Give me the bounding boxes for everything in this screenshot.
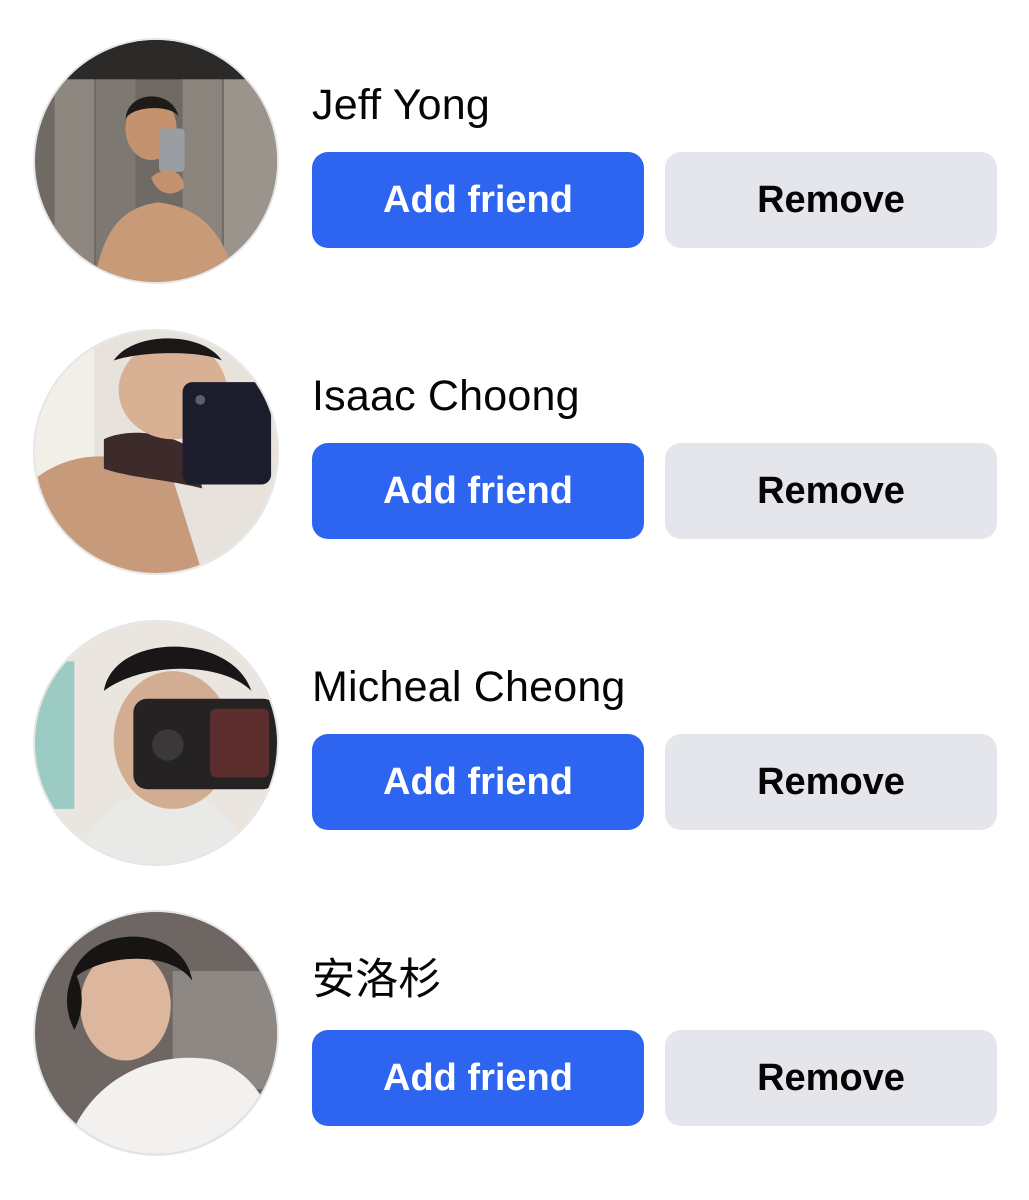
suggestion-name[interactable]: 安洛杉 — [312, 955, 442, 1005]
remove-button[interactable]: Remove — [665, 734, 997, 830]
profile-photo — [35, 622, 277, 864]
add-friend-button[interactable]: Add friend — [312, 734, 644, 830]
friend-suggestion-item: Micheal Cheong Add friend Remove — [0, 620, 1029, 870]
suggestion-name[interactable]: Isaac Choong — [312, 371, 580, 421]
avatar[interactable] — [33, 38, 279, 284]
friend-suggestion-item: 安洛杉 Add friend Remove — [0, 910, 1029, 1160]
profile-photo — [35, 331, 277, 573]
remove-button[interactable]: Remove — [665, 152, 997, 248]
avatar[interactable] — [33, 910, 279, 1156]
avatar[interactable] — [33, 620, 279, 866]
remove-button[interactable]: Remove — [665, 443, 997, 539]
remove-button[interactable]: Remove — [665, 1030, 997, 1126]
suggestion-name[interactable]: Jeff Yong — [312, 80, 490, 130]
add-friend-button[interactable]: Add friend — [312, 443, 644, 539]
profile-photo — [35, 912, 277, 1154]
friend-suggestion-list: Jeff Yong Add friend Remove Isaac Choong… — [0, 0, 1029, 1200]
friend-suggestion-item: Isaac Choong Add friend Remove — [0, 329, 1029, 579]
profile-photo — [35, 40, 277, 282]
friend-suggestion-item: Jeff Yong Add friend Remove — [0, 38, 1029, 288]
add-friend-button[interactable]: Add friend — [312, 1030, 644, 1126]
avatar[interactable] — [33, 329, 279, 575]
add-friend-button[interactable]: Add friend — [312, 152, 644, 248]
suggestion-name[interactable]: Micheal Cheong — [312, 662, 626, 712]
